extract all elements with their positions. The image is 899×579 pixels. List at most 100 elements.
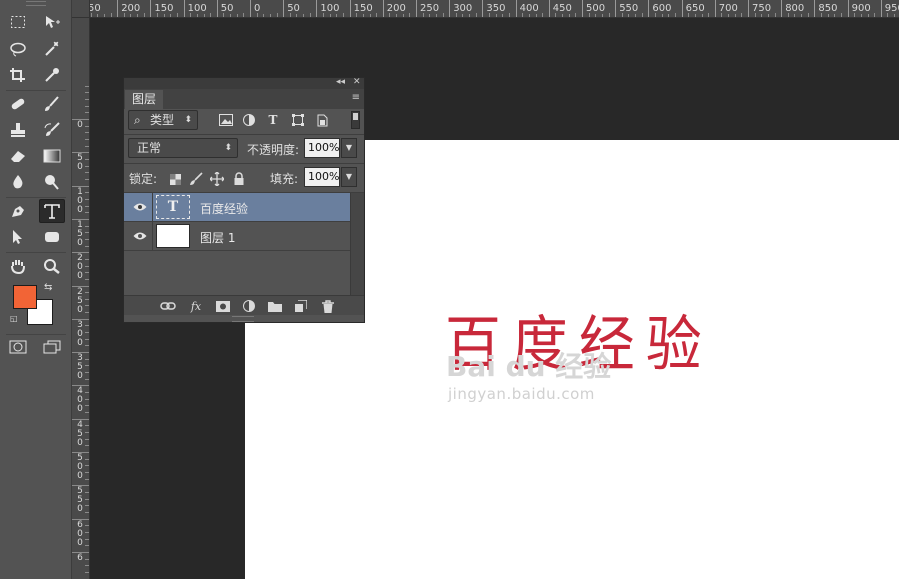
layer-list: T 百度经验 图层 1 [124,193,350,295]
screen-mode-icon[interactable] [40,336,64,358]
pen-icon[interactable] [6,200,30,222]
ruler-tick-label: 100 [183,0,207,17]
ruler-tick-label: 2 5 0 [77,286,83,315]
new-layer-icon[interactable] [293,299,309,313]
magic-wand-icon[interactable] [40,38,64,60]
path-selection-icon[interactable] [6,226,30,248]
clone-stamp-icon[interactable] [6,119,30,141]
opacity-dropdown-button[interactable]: ▼ [341,138,357,158]
tab-layers[interactable]: 图层 [125,90,163,109]
fill-input[interactable]: 100% [304,167,340,187]
chevron-updown-icon: ⬍ [184,115,192,125]
fill-label: 填充: [270,172,299,186]
delete-layer-icon[interactable] [320,299,336,313]
ruler-tick-label: 1 0 0 [77,186,83,215]
ruler-tick-label: 5 5 0 [77,486,83,515]
collapse-panel-icon[interactable]: ◂◂ [336,77,345,87]
rectangular-marquee-icon[interactable] [6,11,30,33]
lock-transparent-pixels-icon[interactable] [168,172,182,186]
ruler-tick-label: 250 [416,0,439,17]
blend-mode-value: 正常 [137,141,162,155]
ruler-tick-label: 3 0 0 [77,319,83,348]
ruler-tick-label: 2 0 0 [77,253,83,282]
new-group-icon[interactable] [267,299,283,313]
lock-position-icon[interactable] [210,172,224,186]
layer-list-scrollbar[interactable] [350,193,364,295]
dodge-icon[interactable] [40,171,64,193]
link-layers-icon[interactable] [160,299,176,313]
fill-dropdown-button[interactable]: ▼ [341,167,357,187]
adjustment-filter-icon[interactable] [241,112,257,128]
shape-filter-icon[interactable] [290,112,306,128]
lasso-icon[interactable] [6,38,30,60]
ruler-tick-label: 650 [681,0,705,17]
blur-icon[interactable] [6,171,30,193]
adjustment-layer-icon[interactable] [241,299,257,313]
hand-icon[interactable] [6,255,30,277]
ruler-tick-label: 6 [77,552,83,563]
fx-icon[interactable]: fx [188,299,204,313]
layer-mask-icon[interactable] [215,299,231,313]
ruler-tick-label: 0 [77,120,83,130]
crop-icon[interactable] [6,64,30,86]
lock-all-icon[interactable] [232,172,246,186]
ruler-tick-label: 5 0 0 [77,453,83,481]
layer-thumbnail[interactable] [156,224,190,248]
ruler-tick-label: 150 [150,0,173,17]
layer-row[interactable]: T 百度经验 [124,193,350,222]
ruler-tick-label: 900 [847,0,871,17]
opacity-label: 不透明度: [247,143,300,157]
history-brush-icon[interactable] [40,119,64,141]
rectangle-shape-icon[interactable] [40,226,64,248]
text-layer-thumbnail[interactable]: T [156,195,190,219]
panel-menu-icon[interactable]: ≡ [352,92,360,103]
filter-toggle[interactable] [351,111,360,129]
ruler-corner [72,0,90,18]
panel-titlebar[interactable]: ◂◂ ✕ [124,77,364,89]
move-icon[interactable] [40,11,64,33]
type-filter-icon[interactable]: T [265,112,281,128]
layer-row[interactable]: 图层 1 [124,222,350,251]
visibility-eye-icon[interactable] [133,202,147,212]
default-colors-icon[interactable]: ◱ [10,314,18,323]
ruler-tick-label: 50 [283,0,300,17]
healing-brush-icon[interactable] [6,93,30,115]
panel-tab-row: 图层 ≡ [124,89,364,109]
blend-mode-select[interactable]: 正常 ⬍ [128,138,238,158]
tools-panel-grip[interactable] [26,1,46,6]
type-icon[interactable] [39,199,65,223]
foreground-color-swatch[interactable] [13,285,37,309]
panel-resize-grip[interactable] [232,316,254,322]
image-filter-icon[interactable] [218,112,234,128]
search-icon: ⌕ [134,113,141,127]
eraser-icon[interactable] [6,145,30,167]
brush-icon[interactable] [40,93,64,115]
opacity-input[interactable]: 100% [304,138,340,158]
zoom-icon[interactable] [40,255,64,277]
ruler-tick-label: 50 [216,0,234,17]
quick-mask-icon[interactable] [6,336,30,358]
ruler-tick-label: 200 [382,0,406,17]
ruler-tick-label: 6 0 0 [77,519,83,548]
ruler-tick-label: 350 [482,0,505,17]
close-panel-icon[interactable]: ✕ [353,77,361,87]
ruler-tick-label: 600 [648,0,671,17]
watermark: Bai du 经验 jingyan.baidu.com [446,345,611,403]
gradient-icon[interactable] [40,145,64,167]
layer-filter-kind-select[interactable]: ⌕ 类型 ⬍ [128,110,198,130]
ruler-tick-label: 1 5 0 [77,219,83,248]
lock-image-pixels-icon[interactable] [189,172,203,186]
smart-object-filter-icon[interactable] [314,112,330,128]
swap-colors-icon[interactable]: ⇆ [44,282,52,293]
ruler-tick-label: 450 [548,0,572,17]
layers-panel-footer: fx [124,295,364,315]
lock-label: 锁定: [129,172,158,186]
vertical-ruler: 0 5 0 1 0 0 1 5 0 2 0 0 2 5 0 3 0 0 3 5 0 4 0 0 4… [72,18,90,579]
layer-filter-kind-value: 类型 [150,113,175,127]
layer-name[interactable]: 图层 1 [200,229,235,246]
eyedropper-icon[interactable] [40,64,64,86]
ruler-tick-label: 200 [117,0,140,17]
ruler-tick-label: 950 [880,0,899,17]
layer-name[interactable]: 百度经验 [200,200,248,217]
visibility-eye-icon[interactable] [133,231,147,241]
